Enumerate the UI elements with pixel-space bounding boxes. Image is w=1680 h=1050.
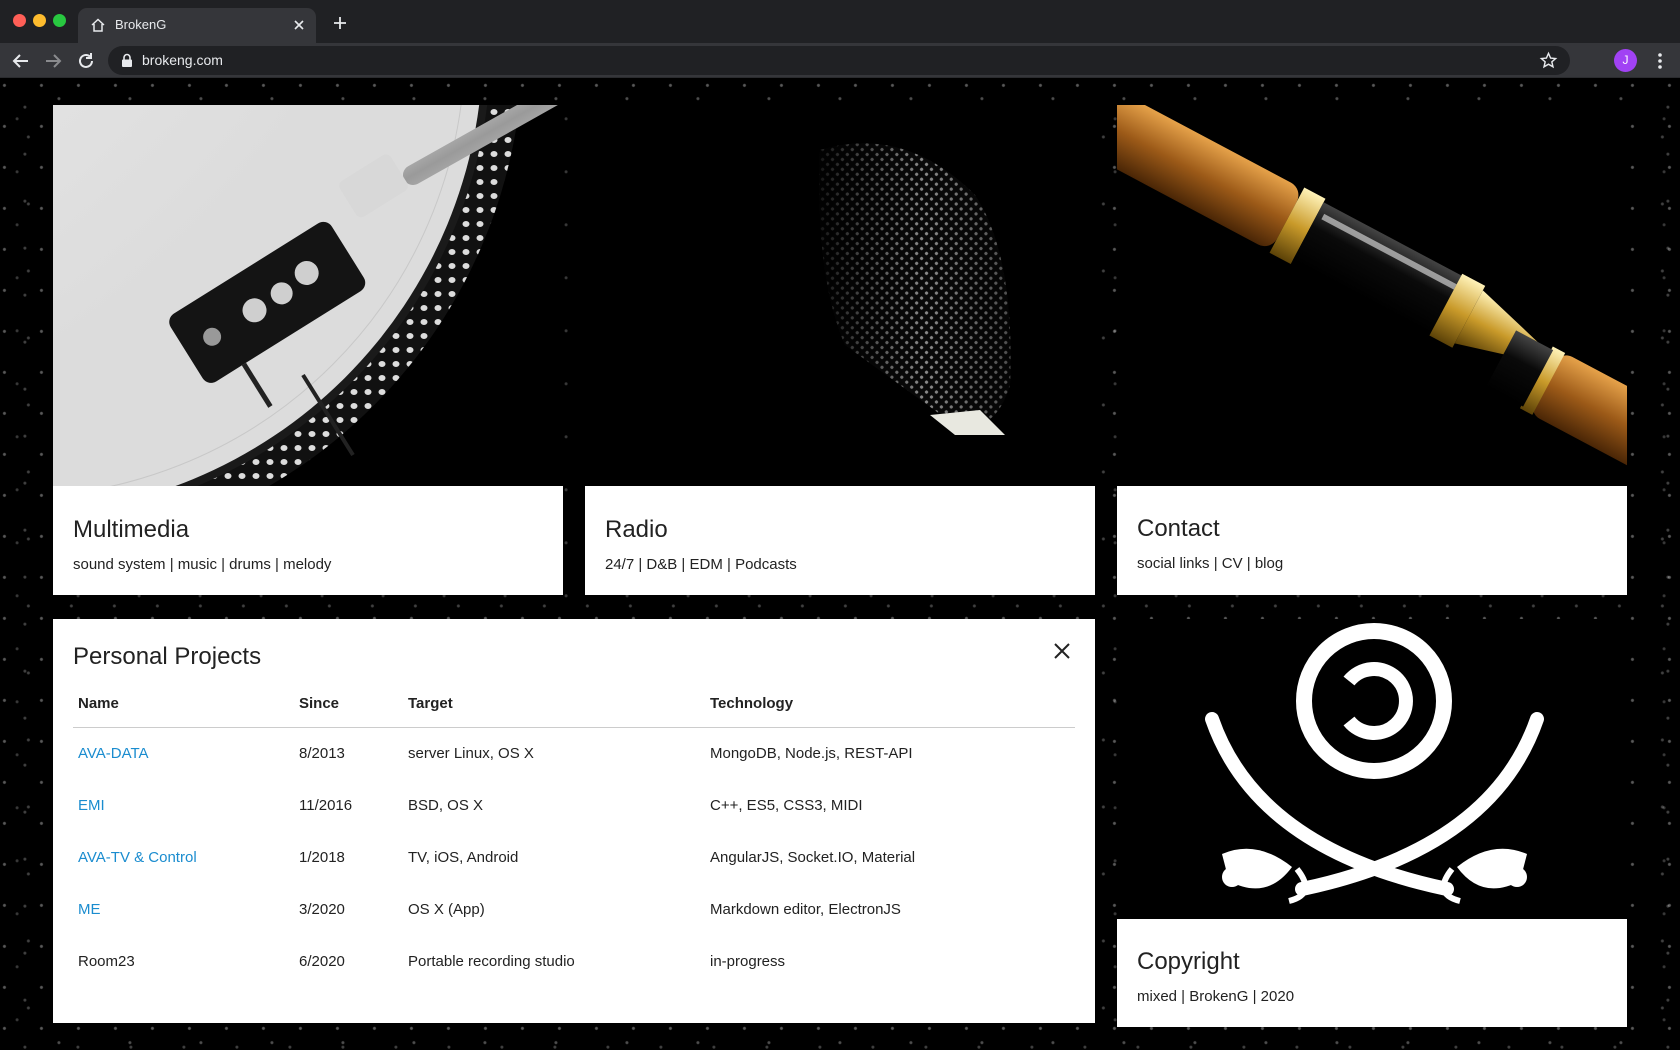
project-link-ava-data[interactable]: AVA-DATA: [78, 745, 149, 762]
contact-title: Contact: [1137, 515, 1220, 542]
profile-avatar[interactable]: J: [1614, 49, 1637, 72]
project-since-cell: 1/2018: [299, 848, 345, 866]
table-row: Room23 6/2020 Portable recording studio …: [73, 935, 1075, 987]
table-header-row: Name Since Target Technology: [73, 681, 1075, 728]
tab-title: BrokenG: [115, 17, 167, 32]
project-target-cell: Portable recording studio: [408, 952, 575, 970]
table-row: EMI 11/2016 BSD, OS X C++, ES5, CSS3, MI…: [73, 779, 1075, 831]
project-name-cell: AVA-TV & Control: [73, 831, 294, 883]
project-name-cell: Room23: [78, 952, 135, 970]
project-name-cell: EMI: [73, 779, 294, 831]
browser-tab-bar: BrokenG: [0, 0, 1680, 43]
multimedia-subtitle: sound system | music | drums | melody: [73, 556, 332, 573]
copyright-title: Copyright: [1137, 948, 1240, 975]
radio-microphone-image[interactable]: [585, 105, 1095, 486]
radio-subtitle: 24/7 | D&B | EDM | Podcasts: [605, 556, 797, 573]
window-zoom-button[interactable]: [53, 14, 66, 27]
project-since-cell: 11/2016: [299, 796, 353, 814]
forward-arrow-icon[interactable]: [42, 50, 64, 72]
window-minimize-button[interactable]: [33, 14, 46, 27]
table-row: AVA-TV & Control 1/2018 TV, iOS, Android…: [73, 831, 1075, 883]
project-target-cell: OS X (App): [408, 900, 485, 918]
lock-icon: [122, 53, 132, 67]
browser-tab[interactable]: BrokenG: [78, 8, 316, 43]
url-text: brokeng.com: [142, 52, 223, 68]
project-technology-cell: in-progress: [710, 952, 786, 970]
address-bar[interactable]: brokeng.com: [108, 46, 1570, 75]
project-since-cell: 3/2020: [299, 900, 345, 918]
project-name-cell: ME: [73, 883, 294, 935]
projects-table: Name Since Target Technology AVA-DATA 8/…: [73, 681, 1075, 987]
close-icon[interactable]: [1051, 640, 1073, 662]
new-tab-icon[interactable]: [330, 13, 350, 33]
bookmark-star-icon[interactable]: [1539, 51, 1558, 70]
project-since-cell: 8/2013: [299, 744, 345, 762]
projects-title: Personal Projects: [73, 643, 262, 670]
contact-fountain-pen-image[interactable]: [1117, 105, 1627, 486]
column-header-since: Since: [294, 681, 403, 728]
project-technology-cell: C++, ES5, CSS3, MIDI: [710, 796, 863, 814]
project-technology-cell: MongoDB, Node.js, REST-API: [710, 744, 913, 762]
contact-subtitle: social links | CV | blog: [1137, 555, 1284, 572]
back-arrow-icon[interactable]: [10, 50, 32, 72]
reload-icon[interactable]: [75, 50, 97, 72]
window-close-button[interactable]: [13, 14, 26, 27]
radio-title: Radio: [605, 516, 668, 543]
multimedia-card[interactable]: Multimedia sound system | music | drums …: [53, 486, 563, 595]
browser-toolbar: brokeng.com J: [0, 43, 1680, 78]
tab-close-icon[interactable]: [290, 16, 308, 34]
project-since-cell: 6/2020: [299, 952, 345, 970]
project-target-cell: BSD, OS X: [408, 796, 484, 814]
column-header-target: Target: [403, 681, 705, 728]
project-link-me[interactable]: ME: [78, 901, 101, 918]
project-name-cell: AVA-DATA: [73, 727, 294, 779]
page-viewport: Multimedia sound system | music | drums …: [0, 78, 1680, 1050]
column-header-name: Name: [73, 681, 294, 728]
project-link-ava-tv-control[interactable]: AVA-TV & Control: [78, 849, 197, 866]
multimedia-title: Multimedia: [73, 516, 190, 543]
table-row: AVA-DATA 8/2013 server Linux, OS X Mongo…: [73, 727, 1075, 779]
copyleft-pirate-emblem-image[interactable]: [1117, 619, 1627, 919]
home-icon: [91, 18, 105, 32]
contact-card[interactable]: Contact social links | CV | blog: [1117, 486, 1627, 595]
project-target-cell: server Linux, OS X: [408, 744, 534, 762]
copyright-card[interactable]: Copyright mixed | BrokenG | 2020: [1117, 919, 1627, 1027]
project-link-emi[interactable]: EMI: [78, 797, 105, 814]
personal-projects-panel: Personal Projects Name Since Target Tech…: [53, 619, 1095, 1023]
radio-card[interactable]: Radio 24/7 | D&B | EDM | Podcasts: [585, 486, 1095, 595]
project-technology-cell: Markdown editor, ElectronJS: [710, 900, 901, 918]
copyright-subtitle: mixed | BrokenG | 2020: [1137, 988, 1295, 1005]
browser-menu-icon[interactable]: [1651, 51, 1669, 71]
table-row: ME 3/2020 OS X (App) Markdown editor, El…: [73, 883, 1075, 935]
multimedia-turntable-image[interactable]: [53, 105, 563, 486]
project-technology-cell: AngularJS, Socket.IO, Material: [710, 848, 916, 866]
project-target-cell: TV, iOS, Android: [408, 848, 519, 866]
column-header-technology: Technology: [705, 681, 1075, 728]
